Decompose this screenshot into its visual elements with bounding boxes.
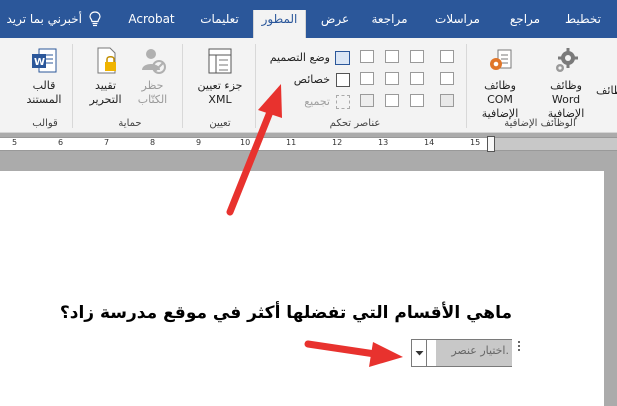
dropdown-placeholder: اختيار عنصر.	[436, 340, 512, 366]
legacy-tools-icon[interactable]	[440, 94, 454, 107]
tab-references[interactable]: مراجع	[500, 10, 550, 38]
properties-label: خصائص	[293, 73, 330, 86]
lightbulb-icon[interactable]	[86, 10, 104, 38]
com-addins-button[interactable]: وظائف COM الإضافية	[470, 46, 530, 121]
ruler-number: 9	[196, 138, 202, 147]
ruler-number: 12	[332, 138, 343, 147]
addins-group-label: الوظائف الإضافية	[504, 118, 576, 129]
group-separator	[255, 44, 256, 128]
repeating-section-icon[interactable]	[385, 94, 399, 107]
design-mode-icon	[335, 51, 350, 65]
protect-group-label: حماية	[118, 118, 142, 129]
properties-icon	[336, 73, 350, 87]
group-separator	[466, 44, 467, 128]
partial-addin-label: وظائف	[596, 84, 617, 97]
dropdown-list-control-icon[interactable]	[385, 72, 399, 85]
ruler-margin	[490, 137, 617, 151]
com-addins-icon	[486, 46, 514, 76]
rich-text-control-icon[interactable]	[360, 72, 374, 85]
developer-ribbon: وظائف وظائف Word الإضافية وظائف COM الإض…	[0, 38, 617, 133]
svg-text:W: W	[34, 57, 45, 68]
group-label: تجميع	[304, 95, 330, 108]
question-text: ماهي الأقسام التي تفضلها أكثر في موقع مد…	[59, 303, 512, 323]
picture-control-icon[interactable]	[385, 50, 399, 63]
ruler-number: 11	[286, 138, 297, 147]
tab-developer[interactable]: المطور	[253, 10, 306, 40]
gear-icon	[552, 46, 580, 76]
ruler-number: 15	[470, 138, 481, 147]
properties-button[interactable]: خصائص	[262, 70, 352, 90]
combo-box-control-icon[interactable]	[410, 72, 424, 85]
group-button[interactable]: تجميع	[262, 92, 352, 112]
templates-group-label: قوالب	[32, 118, 58, 129]
tab-acrobat[interactable]: Acrobat	[124, 10, 179, 38]
checkbox-control-icon[interactable]	[440, 72, 454, 85]
ruler-number: 7	[104, 138, 110, 147]
controls-group-label: عناصر تحكم	[329, 118, 381, 129]
dropdown-arrow-button[interactable]	[412, 340, 427, 366]
ruler-number: 6	[58, 138, 64, 147]
block-authors-button[interactable]: حظر الكتّاب	[130, 46, 175, 107]
document-page[interactable]: ماهي الأقسام التي تفضلها أكثر في موقع مد…	[0, 171, 604, 406]
tell-me-search[interactable]: أخبرني بما تريد	[0, 10, 83, 38]
group-separator	[182, 44, 183, 128]
plain-text-control-icon[interactable]	[410, 50, 424, 63]
lock-document-icon	[92, 46, 120, 76]
word-document-icon: W	[30, 46, 58, 76]
tab-help[interactable]: تعليمات	[192, 10, 247, 38]
date-picker-control-icon[interactable]	[410, 94, 424, 107]
ruler-number: 5	[12, 138, 18, 147]
word-addins-button[interactable]: وظائف Word الإضافية	[535, 46, 597, 121]
group-control-icon[interactable]	[360, 94, 374, 107]
ruler-number: 13	[378, 138, 389, 147]
block-authors-icon	[139, 46, 167, 76]
group-separator	[72, 44, 73, 128]
horizontal-ruler[interactable]: 5 6 7 8 9 10 11 12 13 14 15	[0, 133, 617, 155]
tab-review[interactable]: مراجعة	[362, 10, 417, 38]
design-mode-button[interactable]: وضع التصميم	[262, 48, 352, 68]
restrict-editing-button[interactable]: تقييد التحرير	[83, 46, 128, 107]
aa-control-icon[interactable]	[440, 50, 454, 63]
group-icon	[336, 95, 350, 109]
chevron-down-icon	[415, 351, 424, 356]
xml-mapping-pane-button[interactable]: جزء تعيين XML	[190, 46, 250, 107]
ribbon-tab-bar: تخطيط مراجع مراسلات مراجعة عرض المطور تع…	[0, 0, 617, 40]
document-template-button[interactable]: W قالب المستند	[18, 46, 70, 107]
tab-view[interactable]: عرض	[315, 10, 355, 38]
dropdown-gap	[427, 340, 436, 366]
tab-mailings[interactable]: مراسلات	[425, 10, 490, 38]
ruler-number: 10	[240, 138, 251, 147]
dropdown-content-control[interactable]: اختيار عنصر.	[411, 339, 512, 367]
ruler-number: 8	[150, 138, 156, 147]
mapping-group-label: تعيين	[209, 118, 231, 129]
design-mode-label: وضع التصميم	[269, 51, 330, 64]
tab-layout[interactable]: تخطيط	[558, 10, 608, 38]
xml-mapping-icon	[206, 46, 234, 76]
building-block-control-icon[interactable]	[360, 50, 374, 63]
ruler-number: 14	[424, 138, 435, 147]
indent-marker[interactable]	[487, 136, 495, 152]
content-control-handle[interactable]	[515, 340, 523, 356]
